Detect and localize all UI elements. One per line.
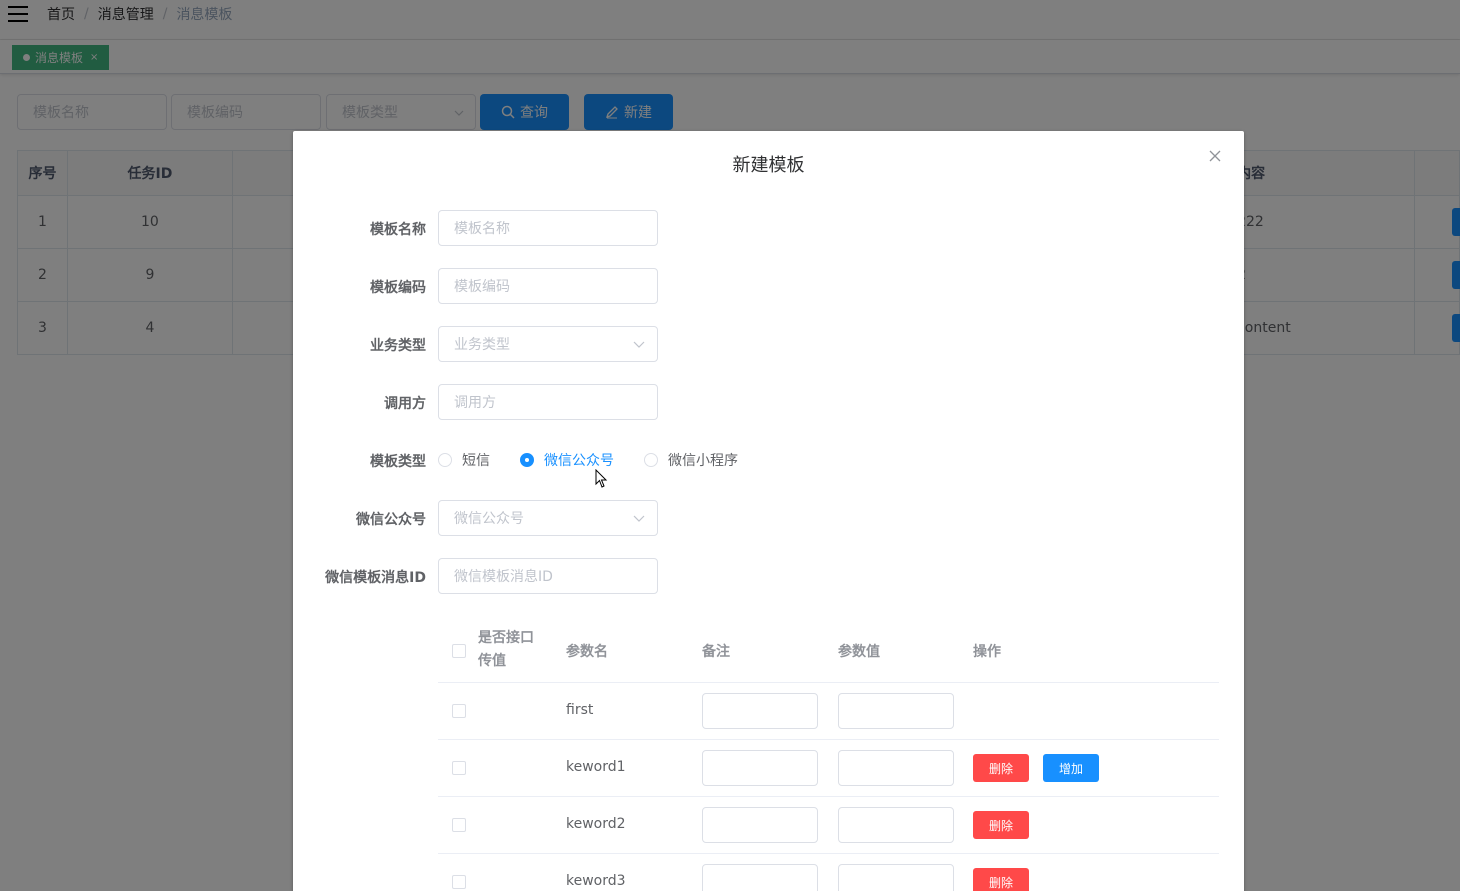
header-interface-line1: 是否接口 [478,630,534,646]
biz-type-select[interactable]: 业务类型 [438,326,658,362]
param-name: keword3 [566,873,626,889]
radio-circle-icon [438,453,452,467]
param-row: first [438,683,1219,740]
new-template-dialog: 新建模板 模板名称 模板名称 模板编码 模板编码 业务类型 业务类型 调用方 调… [293,131,1244,891]
header-ops: 操作 [973,644,1001,660]
chevron-down-icon [633,341,645,348]
wechat-account-select[interactable]: 微信公众号 [438,500,658,536]
param-name: keword2 [566,816,626,832]
row-checkbox[interactable] [452,818,466,832]
add-button[interactable]: 增加 [1043,754,1099,782]
param-value-input[interactable] [838,864,954,891]
params-table: 是否接口 传值 参数名 备注 参数值 操作 first keword1 删除 增… [438,617,1219,891]
param-row: keword2 删除 [438,797,1219,854]
param-row: keword1 删除 增加 [438,740,1219,797]
delete-button[interactable]: 删除 [973,811,1029,839]
param-name: keword1 [566,759,626,775]
param-name: first [566,702,594,718]
wechat-msg-id-input[interactable]: 微信模板消息ID [438,558,658,594]
remark-input[interactable] [702,807,818,843]
delete-button[interactable]: 删除 [973,868,1029,891]
biz-type-label: 业务类型 [370,338,426,354]
wechat-account-label: 微信公众号 [356,512,426,528]
caller-label: 调用方 [384,396,426,412]
radio-sms-label: 短信 [462,453,490,469]
param-value-input[interactable] [838,693,954,729]
template-name-input[interactable]: 模板名称 [438,210,658,246]
template-name-label: 模板名称 [370,222,426,238]
wechat-msg-id-label: 微信模板消息ID [325,570,426,586]
params-header-row: 是否接口 传值 参数名 备注 参数值 操作 [438,617,1219,683]
template-code-label: 模板编码 [370,280,426,296]
wechat-account-placeholder: 微信公众号 [454,511,524,527]
radio-checked-icon [520,453,534,467]
header-interface-line2: 传值 [478,653,506,669]
header-remark: 备注 [702,644,730,660]
remark-input[interactable] [702,864,818,891]
row-checkbox[interactable] [452,704,466,718]
param-value-input[interactable] [838,807,954,843]
mouse-cursor-icon [595,469,608,488]
caller-input[interactable]: 调用方 [438,384,658,420]
radio-circle-icon [644,453,658,467]
template-type-radio-group: 短信 微信公众号 微信小程序 [438,451,768,469]
radio-wechat-mini[interactable]: 微信小程序 [644,450,738,470]
remark-input[interactable] [702,750,818,786]
select-all-checkbox[interactable] [452,644,466,658]
header-param-name: 参数名 [566,644,608,660]
header-interface-value: 是否接口 传值 [478,627,548,673]
dialog-title: 新建模板 [732,155,805,176]
delete-button[interactable]: 删除 [973,754,1029,782]
remark-input[interactable] [702,693,818,729]
template-type-label: 模板类型 [370,454,426,470]
header-param-value: 参数值 [838,644,880,660]
close-icon[interactable] [1208,149,1222,163]
row-checkbox[interactable] [452,875,466,889]
biz-type-placeholder: 业务类型 [454,337,510,353]
radio-wechat-mini-label: 微信小程序 [668,453,738,469]
param-value-input[interactable] [838,750,954,786]
param-row: keword3 删除 [438,854,1219,891]
radio-sms[interactable]: 短信 [438,450,490,470]
row-checkbox[interactable] [452,761,466,775]
template-code-input[interactable]: 模板编码 [438,268,658,304]
radio-wechat-official-label: 微信公众号 [544,453,614,469]
chevron-down-icon [633,515,645,522]
radio-wechat-official[interactable]: 微信公众号 [520,450,614,470]
